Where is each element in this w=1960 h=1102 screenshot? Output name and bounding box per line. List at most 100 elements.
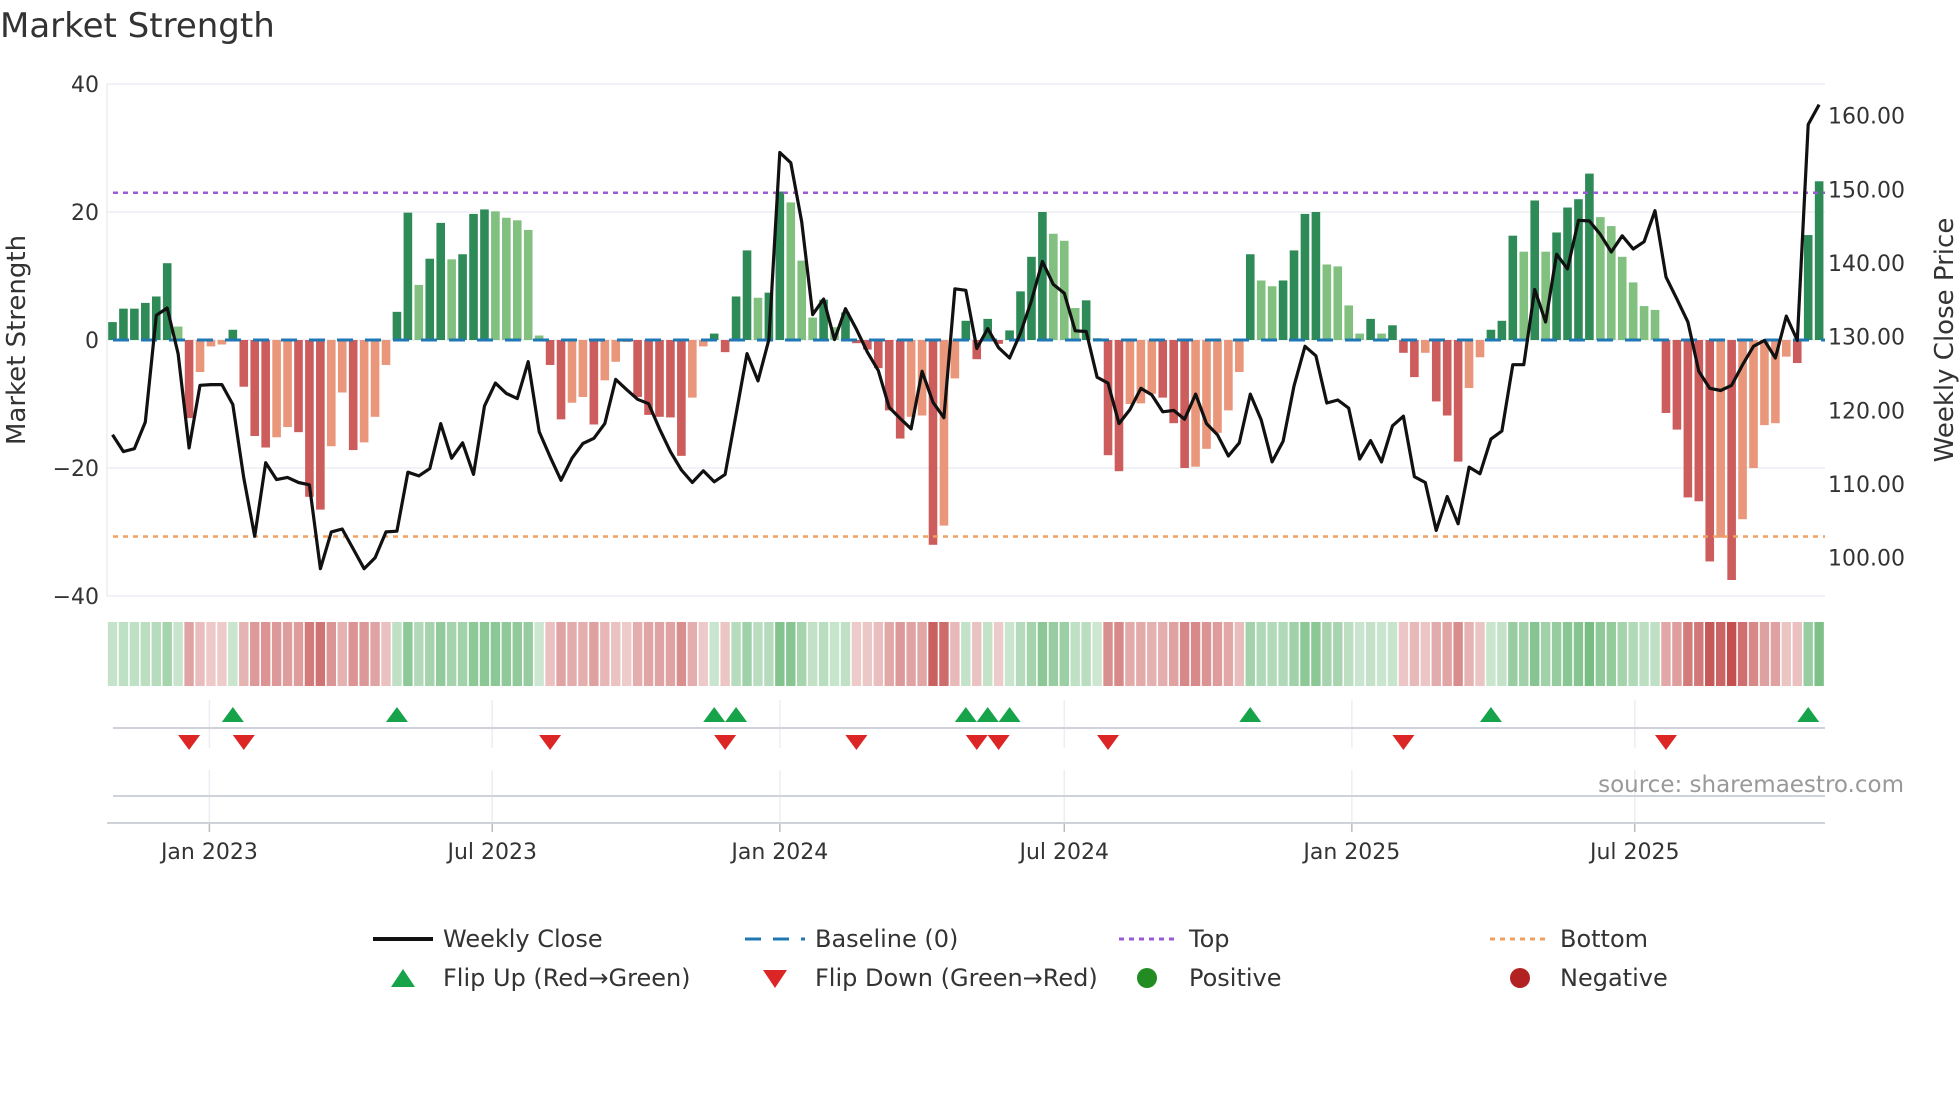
legend-positive[interactable]: Positive [1119, 964, 1282, 992]
strength-bar [1486, 329, 1496, 340]
strength-bar [1256, 280, 1266, 340]
strength-heat-cell [1748, 622, 1759, 686]
strength-bar [184, 340, 194, 419]
strength-heat-cell [1442, 622, 1452, 686]
strength-heat-cell [250, 622, 260, 686]
x-tick-label: Jan 2024 [729, 840, 828, 865]
market-strength-chart: −40 −20 0 20 40 100.00 110.00 120.00 130.00 140.0… [2, 73, 1960, 865]
strength-bar [1366, 318, 1375, 340]
strength-heat-cell [501, 622, 512, 686]
strength-heat-cell [1781, 622, 1792, 686]
strength-bar [600, 340, 610, 381]
strength-heat-cell [665, 622, 676, 686]
circle-icon [1137, 968, 1157, 988]
strength-heat-cell [556, 622, 566, 686]
strength-bar [523, 229, 533, 340]
strength-bar [1727, 340, 1736, 580]
strength-bar [381, 340, 391, 365]
strength-heat-cell [381, 622, 391, 686]
strength-heat-cell [1464, 622, 1474, 686]
strength-bar [480, 209, 489, 340]
strength-heat-cell [206, 622, 216, 686]
strength-bar [1519, 251, 1529, 340]
strength-heat-cell [1245, 622, 1255, 686]
strength-heat-cell [1508, 622, 1518, 686]
strength-bar [1213, 340, 1222, 433]
strength-bar [1716, 340, 1725, 538]
strength-heat-cell [1070, 622, 1080, 686]
strength-heat-cell [326, 622, 336, 686]
strength-heat-cell [1147, 622, 1157, 686]
strength-bar [512, 220, 522, 340]
y2-tick-label: 160.00 [1828, 105, 1905, 130]
strength-bar [316, 340, 325, 510]
flip-up-marker [221, 707, 244, 722]
strength-heat-cell [337, 622, 347, 686]
strength-heat-cell [950, 622, 960, 686]
strength-bar [1267, 286, 1277, 340]
strength-heat-cell [1705, 622, 1715, 686]
strength-heat-cell [392, 622, 402, 686]
strength-heat-cell [1300, 622, 1310, 686]
legend-weekly-close[interactable]: Weekly Close [373, 925, 603, 953]
strength-heat-cell [1354, 622, 1365, 686]
y-tick-label: −20 [53, 457, 99, 482]
strength-heat-cell [1595, 622, 1606, 686]
strength-heat-cell [184, 622, 194, 686]
strength-bar [666, 340, 675, 418]
strength-heat-cell [490, 622, 501, 686]
strength-bar [1782, 340, 1791, 357]
strength-heat-cell [895, 622, 905, 686]
strength-heat-cell [961, 622, 971, 686]
strength-bar [1497, 320, 1507, 340]
flip-up-marker [954, 707, 977, 722]
strength-heat-cell [370, 622, 380, 686]
strength-bar [1322, 264, 1332, 340]
strength-heat-cell [173, 622, 183, 686]
strength-heat-cell [972, 622, 982, 686]
strength-heat-cell [1376, 622, 1387, 686]
legend-bottom[interactable]: Bottom [1490, 925, 1648, 953]
strength-heat-cell [1081, 622, 1091, 686]
legend-top[interactable]: Top [1119, 925, 1230, 953]
strength-heat-cell [1573, 622, 1584, 686]
strength-heat-cell [1092, 622, 1102, 686]
y2-tick-label: 130.00 [1828, 326, 1905, 351]
strength-heat-cell [228, 622, 238, 686]
strength-bar [1235, 340, 1244, 372]
strength-bar [1114, 340, 1124, 472]
strength-bar [195, 340, 205, 372]
strength-heat-cell [1015, 622, 1026, 686]
strength-heat-cell [1322, 622, 1332, 686]
strength-bar [359, 340, 369, 443]
legend-flip-up[interactable]: Flip Up (Red→Green) [373, 964, 691, 992]
strength-heat-cell [1026, 622, 1037, 686]
strength-bar [545, 340, 555, 365]
strength-heat-cell [446, 622, 457, 686]
strength-bar [742, 250, 752, 340]
strength-bar [1388, 325, 1397, 340]
strength-heat-cell [621, 622, 632, 686]
strength-heat-cell [829, 622, 840, 686]
solid-line-icon [373, 937, 433, 941]
legend-negative[interactable]: Negative [1490, 964, 1668, 992]
strength-heat-cell [840, 622, 851, 686]
flip-down-marker [1097, 735, 1120, 750]
strength-bar [1475, 340, 1485, 358]
strength-bar [786, 202, 796, 340]
legend-baseline[interactable]: Baseline (0) [745, 925, 958, 953]
strength-heat-cell [818, 622, 829, 686]
strength-bar [217, 340, 227, 345]
legend-flip-down[interactable]: Flip Down (Green→Red) [745, 964, 1098, 992]
strength-heat-cell [1420, 622, 1430, 686]
strength-bar [228, 329, 238, 340]
strength-heat-cell [1409, 622, 1420, 686]
strength-heat-cell [129, 622, 140, 686]
strength-heat-cell [600, 622, 610, 686]
strength-heat-cell [1639, 622, 1649, 686]
strength-bar [731, 296, 741, 340]
flip-up-marker [1797, 707, 1820, 722]
strength-heat-cell [1344, 622, 1354, 686]
strength-bar [1661, 340, 1671, 413]
strength-bar [436, 222, 445, 340]
